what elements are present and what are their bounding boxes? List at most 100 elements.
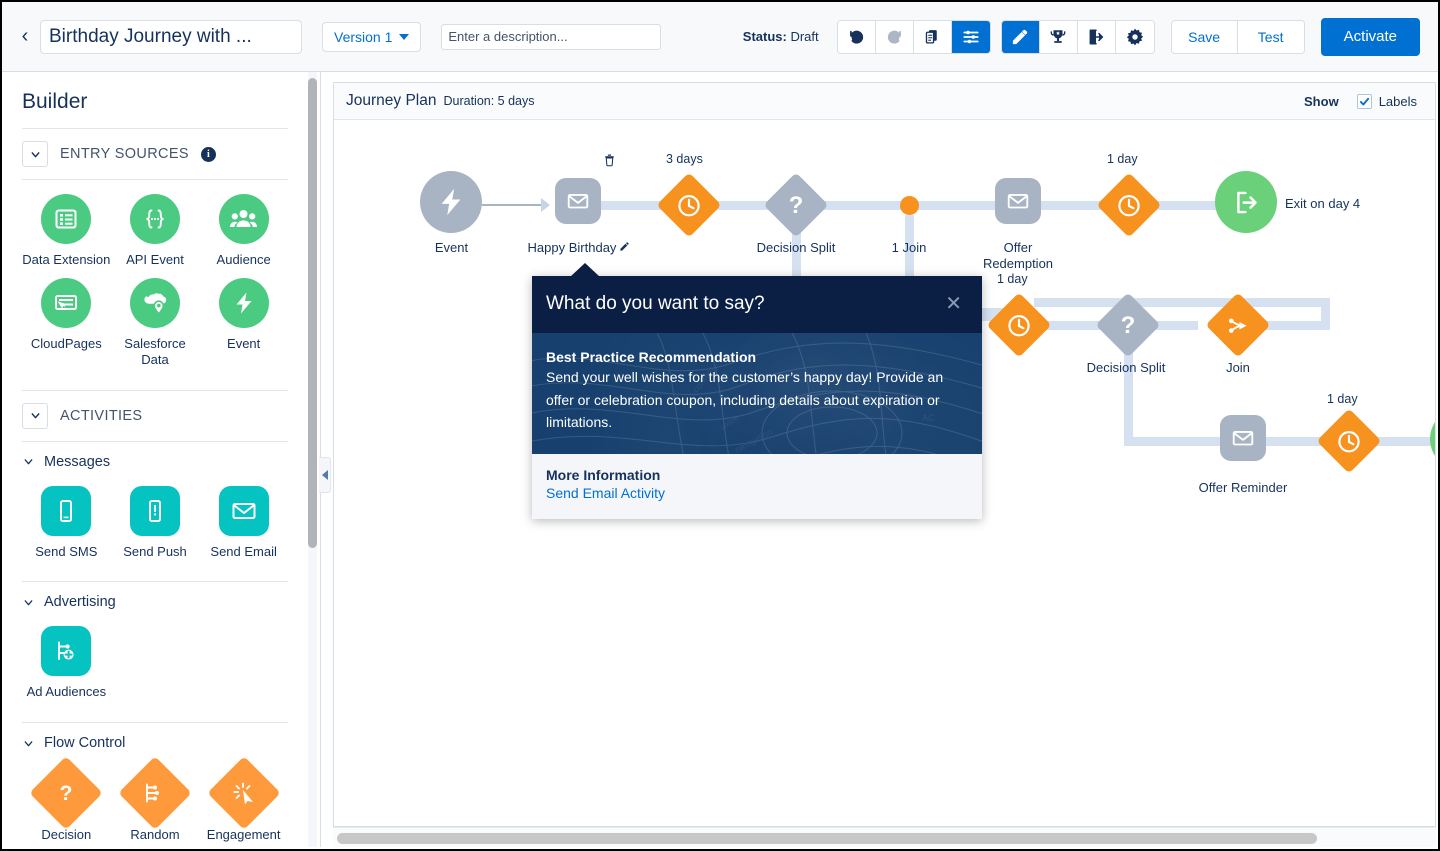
pencil-icon[interactable] [1001,20,1040,53]
node-exit-day-4[interactable] [1215,171,1277,233]
activity-send-email[interactable]: Send Email [199,485,288,566]
version-dropdown[interactable]: Version 1 [322,21,422,52]
chevron-down-icon[interactable] [22,402,48,429]
redo-icon[interactable] [875,20,914,53]
join-node-dot[interactable] [900,196,919,215]
labels-checkbox[interactable]: Labels [1356,93,1417,109]
email-node-square[interactable] [555,178,601,224]
activity-label: Random [130,827,180,843]
chevron-down-icon[interactable] [22,141,48,167]
test-button[interactable]: Test [1237,20,1304,53]
entry-source-data-extension[interactable]: Data Extension [22,194,111,274]
event-node-circle[interactable] [420,171,482,233]
popover-body-text: Send your well wishes for the customer’s… [546,369,944,431]
entry-source-label: Audience [216,252,271,267]
node-happy-birthday[interactable] [555,178,601,224]
activity-send-push[interactable]: Send Push [111,485,200,566]
wait-node-diamond[interactable] [1096,172,1162,238]
engagement-icon [206,756,281,831]
node-join-2[interactable] [1205,292,1271,358]
braces-icon [129,194,180,244]
activity-random[interactable]: Random [111,756,200,847]
email-node-square[interactable] [995,178,1041,224]
node-wait-3-days[interactable] [656,172,722,238]
wait-node-diamond[interactable] [986,292,1052,358]
canvas-horizontal-scrollbar-thumb[interactable] [337,833,1317,844]
pencil-icon[interactable] [619,240,630,256]
sidebar-collapse-button[interactable] [319,457,331,493]
chevron-down-icon [22,737,35,750]
sidebar-scrollbar-thumb[interactable] [308,78,317,548]
node-decision-split-2[interactable]: ? [1095,292,1161,358]
activity-decision[interactable]: ? Decision [22,756,111,847]
entry-source-salesforce-data[interactable]: Salesforce Data [111,277,200,374]
close-icon[interactable]: ✕ [945,294,962,314]
entry-connector-arrow [541,198,550,212]
gear-icon[interactable] [1115,20,1154,53]
subsection-label: Messages [44,453,111,470]
section-entry-sources[interactable]: ENTRY SOURCES i [22,129,288,180]
entry-source-label: Salesforce Data [124,335,186,367]
builder-sidebar: Builder ENTRY SOURCES i Data Extension A… [4,72,321,847]
node-exit-2[interactable] [1430,408,1435,470]
activity-engagement[interactable]: Engagement [199,756,288,847]
activity-label: Send Push [123,543,187,559]
popover-footer-link[interactable]: Send Email Activity [546,485,665,501]
node-wait-1-day-b[interactable] [986,292,1052,358]
wait-node-diamond[interactable] [1316,408,1382,474]
time-label-1-day-c: 1 day [1327,392,1358,406]
view-button-group [1000,19,1155,54]
description-input[interactable] [441,23,662,50]
delete-activity-icon[interactable] [603,153,616,172]
node-join-1[interactable] [900,196,919,215]
top-toolbar: ‹ Version 1 Status: Draft [2,2,1438,72]
entry-source-audience[interactable]: Audience [199,194,288,274]
join-node-diamond[interactable] [1205,292,1271,358]
back-button[interactable]: ‹ [14,17,36,57]
settings-sliders-icon[interactable] [951,20,990,53]
node-label-decision-split-1: Decision Split [756,240,836,255]
activity-send-sms[interactable]: Send SMS [22,485,111,566]
node-event[interactable] [420,171,482,233]
node-decision-split-1[interactable]: ? [763,172,829,238]
wait-node-diamond[interactable] [656,172,722,238]
subsection-flow-control[interactable]: Flow Control [22,723,288,753]
activity-ad-audiences[interactable]: Ad Audiences [22,626,111,706]
exit-icon[interactable] [1077,20,1116,53]
canvas-horizontal-scrollbar-track[interactable] [333,827,1436,847]
goal-trophy-icon[interactable] [1039,20,1078,53]
checkbox-box[interactable] [1356,93,1372,109]
subsection-messages[interactable]: Messages [22,442,288,472]
decision-node-diamond[interactable]: ? [1095,292,1161,358]
subsection-advertising[interactable]: Advertising [22,582,288,612]
node-wait-1-day-a[interactable] [1096,172,1162,238]
decision-node-diamond[interactable]: ? [763,172,829,238]
exit-node-circle[interactable] [1430,408,1435,470]
email-node-square[interactable] [1220,415,1266,461]
connector-rail [1040,201,1105,210]
entry-source-label: Event [227,335,261,351]
copy-icon[interactable] [913,20,952,53]
node-wait-1-day-c[interactable] [1316,408,1382,474]
chevron-left-icon [321,470,328,480]
node-offer-redemption[interactable] [995,178,1041,224]
exit-node-circle[interactable] [1215,171,1277,233]
toolbar-right-group: Status: Draft Save Test Activate [743,17,1438,56]
journey-name-input[interactable] [40,19,302,54]
node-label-happy-birthday: Happy Birthday [509,240,649,256]
undo-icon[interactable] [837,20,876,53]
info-icon[interactable]: i [200,146,216,162]
activate-button[interactable]: Activate [1320,17,1420,56]
journey-duration: Duration: 5 days [443,94,535,108]
push-alert-icon [129,485,180,536]
node-offer-reminder[interactable] [1220,415,1266,461]
entry-source-cloudpages[interactable]: CloudPages [22,277,111,374]
activity-label: Engagement [206,827,281,843]
status-value: Draft [790,29,819,44]
save-button[interactable]: Save [1171,20,1238,53]
ad-audience-icon [41,626,92,677]
section-activities[interactable]: ACTIVITIES [22,391,288,442]
entry-source-api-event[interactable]: API Event [111,194,200,274]
labels-checkbox-label: Labels [1378,93,1417,109]
entry-source-event[interactable]: Event [199,277,288,374]
